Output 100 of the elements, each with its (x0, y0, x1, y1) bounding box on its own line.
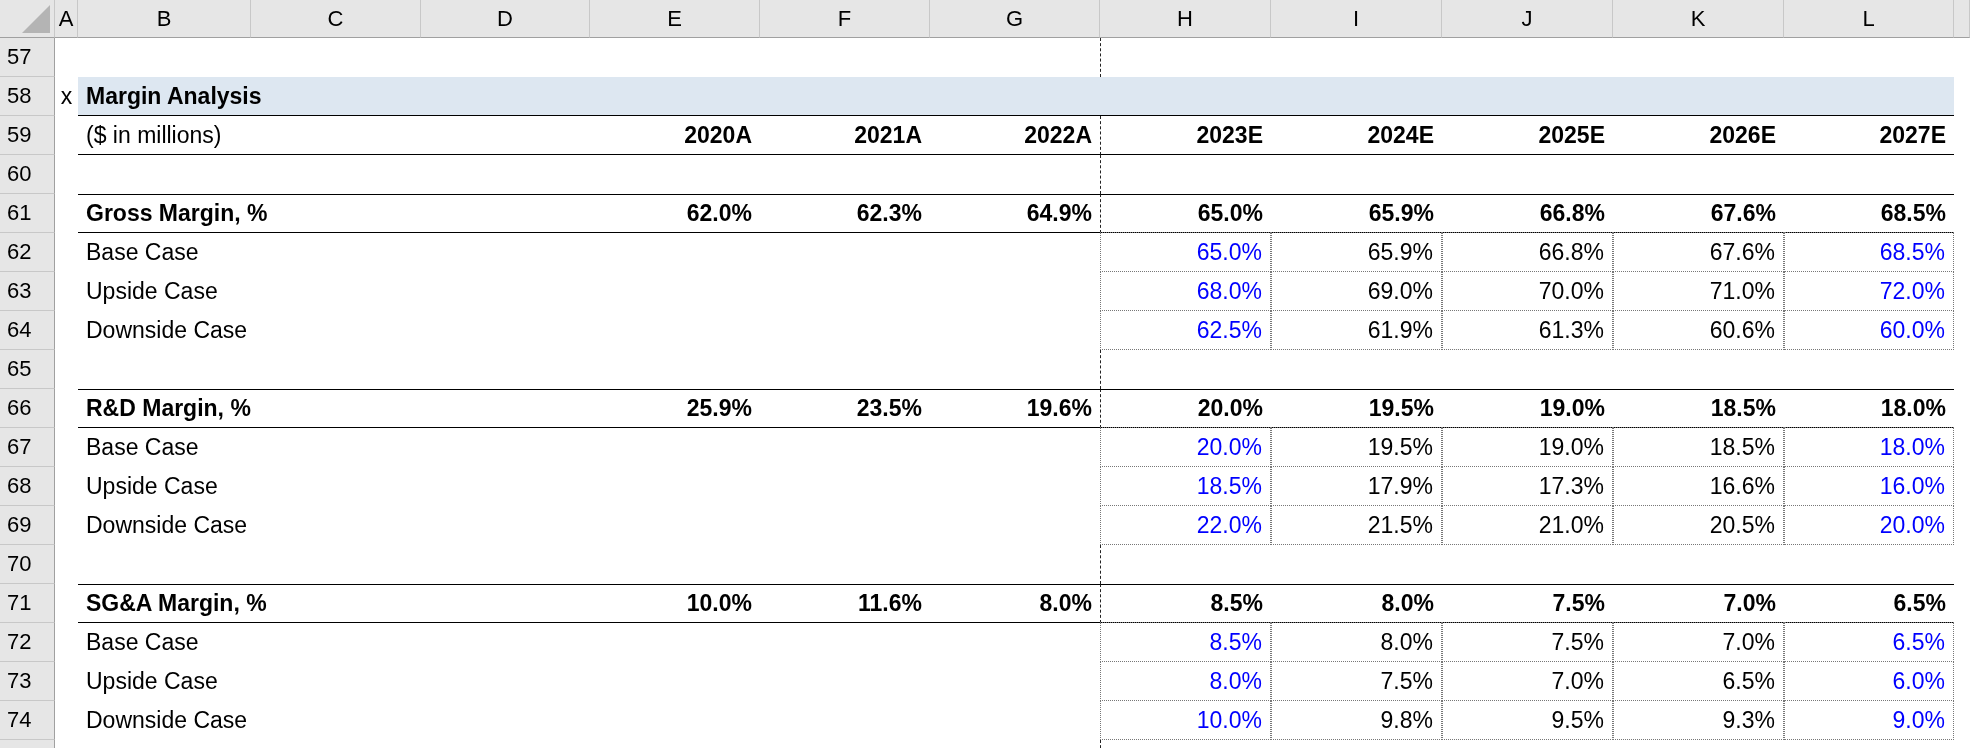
table-cell: 9.3% (1613, 700, 1784, 740)
table-cell: 65.0% (1100, 194, 1271, 233)
row-number[interactable]: 74 (0, 701, 55, 740)
table-cell: 17.9% (1271, 466, 1442, 506)
table-cell: 71.0% (1613, 271, 1784, 311)
table-cell: 18.5% (1100, 466, 1271, 506)
table-cell: 65.9% (1271, 232, 1442, 272)
row-label: Upside Case (85, 667, 219, 696)
table-cell: 67.6% (1613, 232, 1784, 272)
table-cell: 62.3% (760, 194, 930, 233)
column-header[interactable]: I (1271, 0, 1442, 38)
table-cell: 7.5% (1271, 661, 1442, 701)
table-cell: 8.0% (930, 584, 1100, 623)
row-number[interactable]: 59 (0, 116, 55, 155)
table-cell: 68.0% (1100, 271, 1271, 311)
table-cell: 18.5% (1613, 427, 1784, 467)
table-cell: 21.5% (1271, 505, 1442, 545)
table-cell: 69.0% (1271, 271, 1442, 311)
row-label: Downside Case (85, 316, 249, 345)
table-cell: 9.8% (1271, 700, 1442, 740)
column-header[interactable]: H (1100, 0, 1271, 38)
table-cell: 6.5% (1613, 661, 1784, 701)
table-cell: 23.5% (760, 389, 930, 428)
row-number[interactable]: 60 (0, 155, 55, 194)
table-cell: 9.0% (1784, 700, 1954, 740)
table-cell: 7.0% (1613, 622, 1784, 662)
row-label: Upside Case (85, 277, 219, 306)
row-label: Downside Case (85, 511, 249, 540)
row-number[interactable]: 72 (0, 623, 55, 662)
table-cell: 6.0% (1784, 661, 1954, 701)
table-cell: 7.0% (1613, 584, 1784, 623)
table-cell: 19.5% (1271, 427, 1442, 467)
row-label: SG&A Margin, % (78, 584, 590, 623)
table-cell: 20.0% (1100, 427, 1271, 467)
column-header[interactable]: K (1613, 0, 1784, 38)
row-number[interactable]: 71 (0, 584, 55, 623)
table-cell: 19.5% (1271, 389, 1442, 428)
column-header[interactable]: E (590, 0, 760, 38)
table-cell: 22.0% (1100, 505, 1271, 545)
table-cell: 65.0% (1100, 232, 1271, 272)
table-cell: 6.5% (1784, 584, 1954, 623)
row-label: Base Case (85, 238, 200, 267)
row-number[interactable]: 69 (0, 506, 55, 545)
table-cell: 8.5% (1100, 622, 1271, 662)
table-cell: 68.5% (1784, 232, 1954, 272)
row-number[interactable]: 67 (0, 428, 55, 467)
row-number[interactable]: 61 (0, 194, 55, 233)
year-header: 2026E (1613, 116, 1784, 155)
section-title: Margin Analysis (78, 77, 1954, 116)
table-cell: 18.5% (1613, 389, 1784, 428)
table-cell: 20.0% (1100, 389, 1271, 428)
table-cell: 18.0% (1784, 427, 1954, 467)
year-header: 2023E (1100, 116, 1271, 155)
table-cell: 20.0% (1784, 505, 1954, 545)
row-label: Downside Case (85, 706, 249, 735)
table-cell: 7.5% (1442, 622, 1613, 662)
column-header[interactable]: G (930, 0, 1100, 38)
row-number[interactable]: 65 (0, 350, 55, 389)
row-label: Base Case (85, 433, 200, 462)
year-header: 2021A (760, 116, 930, 155)
row-number[interactable]: 73 (0, 662, 55, 701)
table-cell: 17.3% (1442, 466, 1613, 506)
table-cell: 19.6% (930, 389, 1100, 428)
table-cell: 67.6% (1613, 194, 1784, 233)
table-cell: 16.0% (1784, 466, 1954, 506)
table-cell: 11.6% (760, 584, 930, 623)
table-cell: 66.8% (1442, 194, 1613, 233)
row-number[interactable]: 63 (0, 272, 55, 311)
row-label: Gross Margin, % (78, 194, 590, 233)
table-cell: 10.0% (590, 584, 760, 623)
row-number[interactable]: 68 (0, 467, 55, 506)
column-header[interactable]: J (1442, 0, 1613, 38)
row-number[interactable]: 70 (0, 545, 55, 584)
row-number[interactable]: 58 (0, 77, 55, 116)
table-cell: 66.8% (1442, 232, 1613, 272)
row-label: Base Case (85, 628, 200, 657)
column-header[interactable]: F (760, 0, 930, 38)
column-header[interactable]: A (55, 0, 78, 38)
column-header[interactable]: D (421, 0, 590, 38)
column-header[interactable]: C (251, 0, 421, 38)
table-cell: 72.0% (1784, 271, 1954, 311)
table-cell: 65.9% (1271, 194, 1442, 233)
select-all-icon[interactable] (22, 5, 50, 33)
table-cell: 21.0% (1442, 505, 1613, 545)
table-cell: 8.5% (1100, 584, 1271, 623)
table-cell: 10.0% (1100, 700, 1271, 740)
column-header[interactable] (1954, 0, 1970, 38)
row-number[interactable]: 66 (0, 389, 55, 428)
year-header: 2020A (590, 116, 760, 155)
table-cell: 9.5% (1442, 700, 1613, 740)
year-header: 2022A (930, 116, 1100, 155)
table-cell: 60.0% (1784, 310, 1954, 350)
column-header[interactable]: B (78, 0, 251, 38)
table-cell: 64.9% (930, 194, 1100, 233)
table-cell: 62.0% (590, 194, 760, 233)
row-number[interactable]: 64 (0, 311, 55, 350)
row-number[interactable]: 62 (0, 233, 55, 272)
row-number[interactable]: 57 (0, 38, 55, 77)
column-header[interactable]: L (1784, 0, 1954, 38)
table-cell: 19.0% (1442, 427, 1613, 467)
